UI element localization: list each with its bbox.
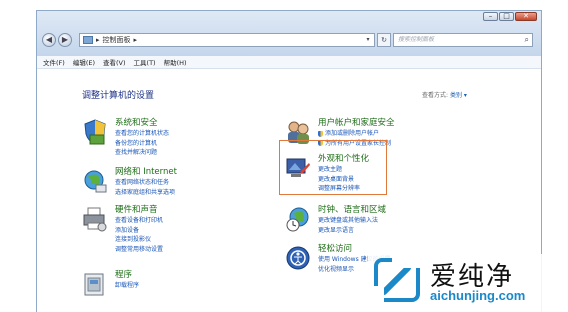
watermark-url: aichunjing.com (430, 288, 526, 303)
category-title[interactable]: 用户帐户和家庭安全 (318, 118, 395, 129)
category-link[interactable]: 查看网络状态和任务 (115, 178, 177, 188)
breadcrumb-arrow[interactable]: ▸ (134, 36, 138, 44)
category-link[interactable]: 更改键盘或其他输入法 (318, 216, 386, 226)
window-controls: – □ ✕ (483, 12, 537, 21)
category-link[interactable]: 查看您的计算机状态 (115, 129, 169, 139)
network-globe-icon (84, 170, 107, 193)
view-by-label: 查看方式: (422, 92, 449, 99)
category-link[interactable]: 调整常用移动设置 (115, 245, 163, 255)
category-link[interactable]: 卸载程序 (115, 281, 139, 291)
search-placeholder: 搜索控制面板 (398, 36, 435, 43)
address-dropdown-icon[interactable]: ▾ (362, 34, 374, 46)
programs-icon (84, 273, 104, 296)
category-link[interactable]: 选择家庭组和共享选项 (115, 188, 177, 198)
menu-bar: 文件(F) 编辑(E) 查看(V) 工具(T) 帮助(H) (37, 56, 541, 69)
menu-edit[interactable]: 编辑(E) (73, 57, 95, 67)
category-link[interactable]: 连接到投影仪 (115, 235, 163, 245)
title-bar: – □ ✕ ◀ ▶ ▸ 控制面板 ▸ ▾ ↻ 搜索控制面板 ⌕ (37, 11, 541, 56)
watermark-logo (374, 258, 422, 302)
system-security-icon (84, 119, 106, 145)
category-link[interactable]: 更改显示语言 (318, 226, 386, 236)
menu-file[interactable]: 文件(F) (43, 57, 65, 67)
category-title[interactable]: 网络和 Internet (115, 167, 177, 178)
refresh-button[interactable]: ↻ (377, 33, 391, 47)
printer-icon (83, 207, 107, 232)
breadcrumb-control-panel[interactable]: 控制面板 (103, 35, 131, 45)
category-link[interactable]: 添加或删除用户帐户 (318, 129, 395, 139)
ease-of-access-icon (286, 246, 310, 270)
category-link[interactable]: 备份您的计算机 (115, 139, 169, 149)
uac-shield-icon (318, 130, 323, 137)
appearance-highlight-box (279, 140, 387, 195)
minimize-button[interactable]: – (483, 12, 498, 21)
category-link[interactable]: 添加设备 (115, 226, 163, 236)
close-button[interactable]: ✕ (515, 12, 537, 21)
maximize-button[interactable]: □ (499, 12, 514, 21)
forward-button[interactable]: ▶ (58, 33, 72, 47)
breadcrumb-arrow[interactable]: ▸ (96, 36, 100, 44)
clock-globe-icon (286, 207, 309, 232)
category-title[interactable]: 时钟、语言和区域 (318, 205, 386, 216)
category-link[interactable]: 查看设备和打印机 (115, 216, 163, 226)
menu-tools[interactable]: 工具(T) (134, 57, 156, 67)
back-button[interactable]: ◀ (42, 33, 56, 47)
search-icon[interactable]: ⌕ (525, 34, 529, 46)
menu-view[interactable]: 查看(V) (103, 57, 126, 67)
search-input[interactable]: 搜索控制面板 ⌕ (393, 33, 533, 47)
category-title[interactable]: 系统和安全 (115, 118, 169, 129)
address-bar[interactable]: ▸ 控制面板 ▸ ▾ (79, 33, 375, 47)
menu-help[interactable]: 帮助(H) (164, 57, 187, 67)
category-title[interactable]: 程序 (115, 270, 139, 281)
page-title: 调整计算机的设置 (82, 91, 155, 101)
watermark: 爱纯净 aichunjing.com (368, 254, 568, 312)
view-by-dropdown[interactable]: 类别 ▾ (450, 92, 467, 99)
view-by: 查看方式: 类别 ▾ (422, 90, 467, 99)
control-panel-folder-icon (83, 36, 93, 44)
category-link[interactable]: 查找并解决问题 (115, 148, 169, 158)
category-title[interactable]: 硬件和声音 (115, 205, 163, 216)
